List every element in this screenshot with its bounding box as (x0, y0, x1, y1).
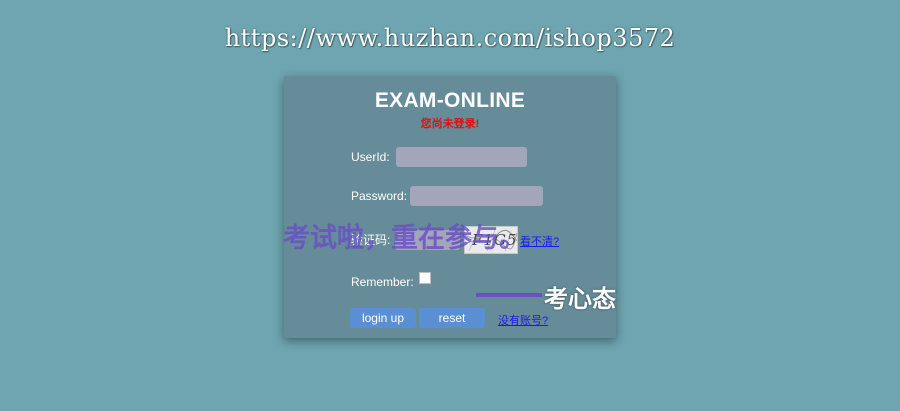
motto-overlay-line2: 考心态 (544, 285, 616, 313)
login-status-message: 您尚未登录! (420, 118, 480, 130)
password-label: Password: (351, 189, 408, 203)
app-title: EXAM-ONLINE (374, 89, 526, 112)
motto-overlay-line1: 考试啦，重在参与。 (283, 223, 526, 254)
password-input[interactable] (410, 186, 543, 206)
remember-label: Remember: (351, 275, 414, 289)
motto-dash (476, 293, 542, 297)
userid-label: UserId: (351, 150, 390, 164)
login-button[interactable]: login up (350, 308, 416, 328)
userid-input[interactable] (396, 147, 527, 167)
reset-button[interactable]: reset (419, 308, 485, 328)
register-link[interactable]: 没有账号? (498, 312, 548, 328)
watermark-url: https://www.huzhan.com/ishop3572 (224, 24, 676, 52)
remember-checkbox[interactable] (419, 272, 431, 284)
